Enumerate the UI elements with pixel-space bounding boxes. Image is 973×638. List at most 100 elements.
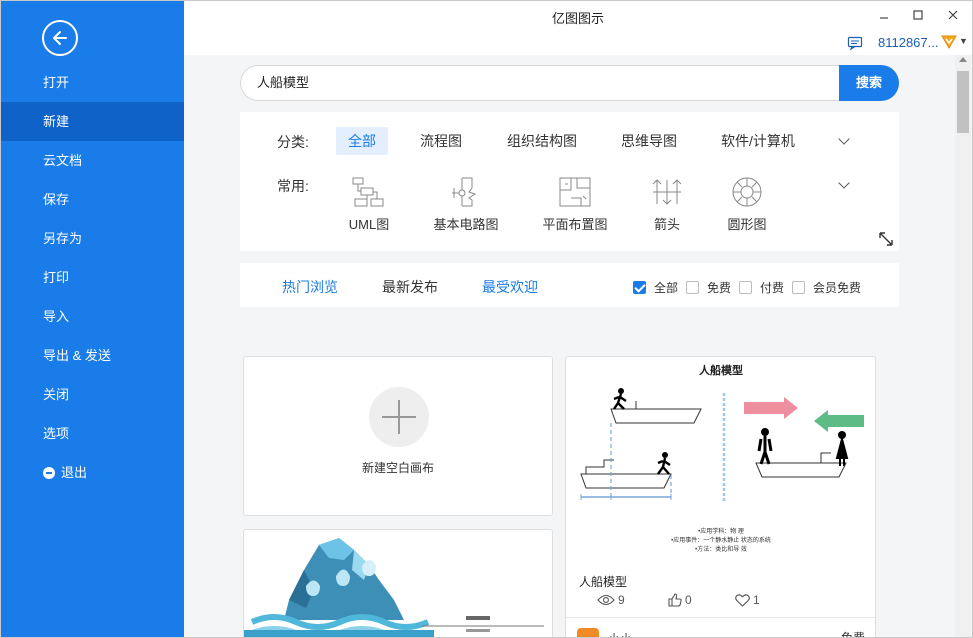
sidebar-item-label: 云文档 (43, 141, 82, 180)
tab-software[interactable]: 软件/计算机 (709, 127, 807, 155)
minimize-icon (879, 10, 889, 20)
common-item-label: 圆形图 (702, 214, 792, 233)
scrollbar[interactable] (955, 55, 971, 637)
tab-flowchart[interactable]: 流程图 (408, 127, 474, 155)
chevron-down-icon[interactable] (839, 180, 849, 190)
sidebar-item-label: 打印 (43, 258, 69, 297)
avatar[interactable] (577, 628, 599, 638)
sidebar-item-new[interactable]: 新建 (1, 102, 184, 141)
common-item-floor-plan[interactable]: 平面布置图 (530, 176, 620, 233)
search-input[interactable]: 人船模型 (240, 65, 840, 101)
close-icon (948, 10, 958, 20)
sidebar-item-save[interactable]: 保存 (1, 180, 184, 219)
tab-most-popular[interactable]: 最受欢迎 (482, 277, 538, 297)
sidebar-item-print[interactable]: 打印 (1, 258, 184, 297)
plus-icon (369, 387, 429, 447)
arrows-icon (649, 176, 685, 208)
sidebar-item-export-send[interactable]: 导出 & 发送 (1, 336, 184, 375)
tab-latest[interactable]: 最新发布 (382, 277, 438, 297)
user-bar: 8112867... ▼ (184, 31, 972, 55)
template-preview: 人船模型 (566, 357, 876, 572)
preview-title: 人船模型 (699, 363, 743, 377)
sidebar-item-save-as[interactable]: 另存为 (1, 219, 184, 258)
likes-count: 0 (685, 593, 692, 607)
common-item-label: 基本电路图 (421, 214, 511, 233)
sidebar-menu: 打开 新建 云文档 保存 另存为 打印 导入 导出 & 发送 关闭 选项 退出 (1, 63, 184, 492)
tab-org-chart[interactable]: 组织结构图 (495, 127, 589, 155)
favorite-button[interactable]: 1 (735, 593, 760, 607)
filter-member-free-checkbox[interactable]: 会员免费 (792, 279, 861, 296)
new-blank-canvas-card[interactable]: 新建空白画布 (243, 356, 553, 516)
app-window: 打开 新建 云文档 保存 另存为 打印 导入 导出 & 发送 关闭 选项 退出 … (0, 0, 973, 638)
sidebar-item-label: 关闭 (43, 375, 69, 414)
checkbox-checked[interactable] (633, 281, 646, 294)
checkbox-label: 会员免费 (813, 279, 861, 296)
common-label: 常用: (277, 176, 309, 196)
circular-icon (729, 176, 765, 208)
sidebar-item-exit[interactable]: 退出 (1, 453, 184, 492)
circuit-icon (448, 176, 484, 208)
views-count: 9 (618, 593, 625, 607)
maximize-button[interactable] (909, 6, 927, 24)
message-icon[interactable] (847, 35, 863, 51)
eye-icon (597, 594, 615, 606)
minimize-button[interactable] (875, 6, 893, 24)
search-button[interactable]: 搜索 (839, 65, 899, 101)
sidebar-item-close[interactable]: 关闭 (1, 375, 184, 414)
template-footer: 小小 免费 (566, 617, 875, 638)
minus-circle-icon (43, 467, 55, 479)
common-item-uml[interactable]: UML图 (324, 176, 414, 233)
filter-bar: 热门浏览 最新发布 最受欢迎 全部 免费 付费 会员免费 (240, 263, 899, 307)
chevron-down-icon[interactable]: ▼ (959, 36, 968, 46)
category-panel: 分类: 全部 流程图 组织结构图 思维导图 软件/计算机 常用: UML图 (240, 112, 899, 251)
common-item-label: 箭头 (622, 214, 712, 233)
sidebar-item-open[interactable]: 打开 (1, 63, 184, 102)
like-button[interactable]: 0 (668, 593, 692, 607)
user-name[interactable]: 8112867... (878, 35, 938, 50)
tab-hot[interactable]: 热门浏览 (282, 277, 338, 297)
common-item-label: UML图 (324, 214, 414, 233)
checkbox[interactable] (792, 281, 805, 294)
template-card-iceberg[interactable] (243, 529, 553, 638)
checkbox-label: 全部 (654, 279, 678, 296)
floor-plan-icon (557, 176, 593, 208)
filter-paid-checkbox[interactable]: 付费 (739, 279, 784, 296)
chevron-down-icon[interactable] (839, 136, 849, 146)
back-button[interactable] (42, 20, 78, 56)
sidebar-item-cloud-docs[interactable]: 云文档 (1, 141, 184, 180)
title-bar: 亿图图示 (184, 1, 972, 31)
new-blank-label: 新建空白画布 (244, 459, 552, 476)
heart-icon (735, 594, 750, 607)
common-item-arrows[interactable]: 箭头 (622, 176, 712, 233)
close-button[interactable] (944, 6, 962, 24)
sidebar-item-options[interactable]: 选项 (1, 414, 184, 453)
preview-note: •应用学科：物 理 (698, 527, 744, 535)
sidebar-item-label: 新建 (43, 102, 69, 141)
sidebar-item-label: 导入 (43, 297, 69, 336)
sidebar: 打开 新建 云文档 保存 另存为 打印 导入 导出 & 发送 关闭 选项 退出 (1, 1, 184, 638)
favorites-count: 1 (753, 593, 760, 607)
scroll-thumb[interactable] (957, 71, 969, 133)
author-name[interactable]: 小小 (608, 630, 632, 638)
vip-badge-icon (940, 34, 958, 50)
checkbox[interactable] (686, 281, 699, 294)
sidebar-item-label: 退出 (61, 453, 87, 492)
common-item-circular[interactable]: 圆形图 (702, 176, 792, 233)
tab-all[interactable]: 全部 (336, 127, 388, 155)
filter-all-checkbox[interactable]: 全部 (633, 279, 678, 296)
sidebar-item-label: 打开 (43, 63, 69, 102)
sidebar-item-label: 导出 & 发送 (43, 336, 111, 375)
arrow-left-icon (50, 28, 70, 48)
preview-note: •方法：类比和导 效 (695, 545, 747, 553)
scroll-up-icon[interactable] (959, 57, 967, 62)
common-item-circuit[interactable]: 基本电路图 (421, 176, 511, 233)
template-card[interactable]: 人船模型 (565, 356, 876, 638)
expand-icon[interactable] (878, 231, 894, 247)
iceberg-thumbnail (244, 530, 553, 638)
tab-mind-map[interactable]: 思维导图 (609, 127, 689, 155)
sidebar-item-label: 选项 (43, 414, 69, 453)
checkbox[interactable] (739, 281, 752, 294)
checkbox-label: 付费 (760, 279, 784, 296)
sidebar-item-import[interactable]: 导入 (1, 297, 184, 336)
filter-free-checkbox[interactable]: 免费 (686, 279, 731, 296)
